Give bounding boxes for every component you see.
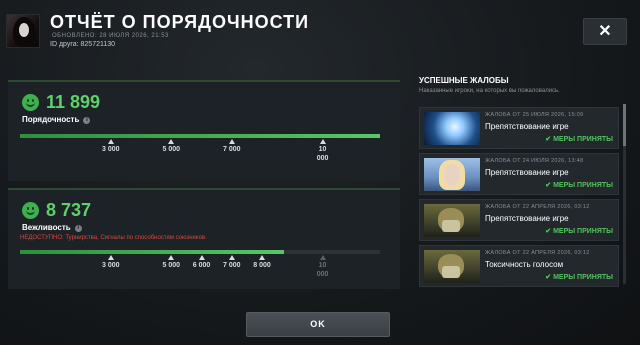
close-button[interactable]: ✕	[583, 18, 627, 45]
report-reason: Препятствование игре	[485, 214, 569, 223]
tick-marker	[107, 139, 114, 144]
report-date: ЖАЛОБА ОТ 22 АПРЕЛЯ 2026, 03:12	[485, 204, 590, 210]
tick-marker	[319, 139, 326, 144]
report-status: ✔ МЕРЫ ПРИНЯТЫ	[545, 182, 613, 189]
hero-portrait-lady	[424, 158, 480, 191]
courtesy-label-text: Вежливость	[22, 223, 71, 232]
reports-subtitle: Наказанные игроки, на которых вы пожалов…	[419, 88, 560, 94]
tick-label: 3 000	[101, 146, 120, 153]
conduct-panel: 11 899 Порядочность i 3 000 5 000 7 000 10 0…	[8, 80, 400, 181]
friend-id: ID друга: 825721130	[50, 41, 116, 48]
courtesy-progress-track	[20, 250, 380, 254]
conduct-score-row: 11 899	[22, 92, 100, 113]
avatar-face	[19, 23, 29, 37]
tick-label: 10 000	[316, 262, 329, 278]
smile-icon	[22, 202, 39, 219]
report-date: ЖАЛОБА ОТ 24 ИЮЛЯ 2026, 13:48	[485, 158, 584, 164]
reports-title: УСПЕШНЫЕ ЖАЛОБЫ	[419, 76, 509, 85]
tick-label: 5 000	[162, 146, 181, 153]
hero-portrait-crystal	[424, 112, 480, 145]
courtesy-label: Вежливость i	[22, 223, 82, 232]
conduct-progress-fill	[20, 134, 380, 138]
reports-scrollbar[interactable]	[623, 104, 626, 284]
player-avatar	[6, 14, 40, 48]
conduct-report-window: ОТЧЁТ О ПОРЯДОЧНОСТИ ОБНОВЛЕНО: 28 ИЮЛЯ …	[0, 0, 640, 345]
report-reason: Препятствование игре	[485, 122, 569, 131]
courtesy-panel: 8 737 Вежливость i НЕДОСТУПНО: Турнирства…	[8, 188, 400, 289]
report-date: ЖАЛОБА ОТ 25 ИЮЛЯ 2026, 15:09	[485, 112, 584, 118]
report-status: ✔ МЕРЫ ПРИНЯТЫ	[545, 136, 613, 143]
report-item[interactable]: ЖАЛОБА ОТ 24 ИЮЛЯ 2026, 13:48 Препятство…	[419, 153, 619, 195]
conduct-label: Порядочность i	[22, 115, 91, 124]
report-status: ✔ МЕРЫ ПРИНЯТЫ	[545, 228, 613, 235]
tick-marker	[228, 139, 235, 144]
updated-timestamp: ОБНОВЛЕНО: 28 ИЮЛЯ 2026, 21:53	[52, 33, 169, 39]
tick-marker	[168, 255, 175, 260]
report-item[interactable]: ЖАЛОБА ОТ 22 АПРЕЛЯ 2026, 03:12 Препятст…	[419, 199, 619, 241]
tick-label: 3 000	[101, 262, 120, 269]
tick-marker	[319, 255, 326, 260]
report-item[interactable]: ЖАЛОБА ОТ 22 АПРЕЛЯ 2026, 03:12 Токсично…	[419, 245, 619, 287]
tick-marker	[228, 255, 235, 260]
courtesy-score: 8 737	[46, 200, 92, 220]
tick-label: 7 000	[223, 146, 241, 153]
info-icon[interactable]: i	[74, 225, 82, 232]
info-icon[interactable]: i	[83, 117, 91, 124]
unavailable-notice: НЕДОСТУПНО: Турнирства, Сигналы по спосо…	[20, 235, 207, 241]
report-status: ✔ МЕРЫ ПРИНЯТЫ	[545, 274, 613, 281]
smile-icon	[22, 94, 39, 111]
tick-marker	[107, 255, 114, 260]
conduct-score: 11 899	[46, 92, 101, 112]
report-item[interactable]: ЖАЛОБА ОТ 25 ИЮЛЯ 2026, 15:09 Препятство…	[419, 107, 619, 149]
hero-portrait-tide	[424, 250, 480, 283]
ok-button[interactable]: OK	[246, 312, 390, 337]
hero-portrait-tide	[424, 204, 480, 237]
tick-marker	[259, 255, 266, 260]
tick-label: 8 000	[253, 262, 271, 269]
courtesy-progress-fill	[20, 250, 285, 254]
tick-label: 10 000	[316, 146, 329, 162]
tick-marker	[198, 255, 205, 260]
conduct-label-text: Порядочность	[22, 115, 80, 124]
report-reason: Токсичность голосом	[485, 260, 564, 269]
page-title: ОТЧЁТ О ПОРЯДОЧНОСТИ	[50, 12, 310, 32]
courtesy-score-row: 8 737	[22, 200, 91, 221]
tick-marker	[168, 139, 175, 144]
report-reason: Препятствование игре	[485, 168, 569, 177]
conduct-progress-track	[20, 134, 380, 138]
scrollbar-thumb[interactable]	[623, 104, 626, 146]
report-date: ЖАЛОБА ОТ 22 АПРЕЛЯ 2026, 03:12	[485, 250, 590, 256]
